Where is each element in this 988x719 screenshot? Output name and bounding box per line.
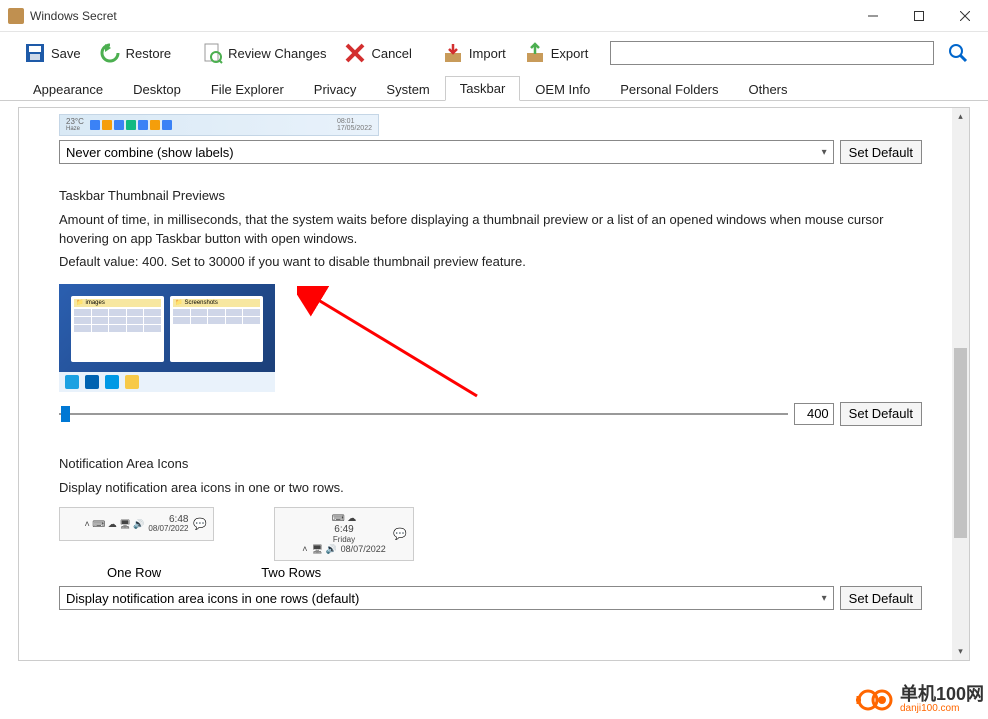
tb-mail-icon (105, 375, 119, 389)
search-input[interactable] (610, 41, 934, 65)
titlebar: Windows Secret (0, 0, 988, 32)
chat-icon: 💬 (193, 518, 207, 531)
taskbar-preview-strip: 23°C Haze 08:0117/05/2022 (59, 114, 379, 136)
preview-win2-title: Screenshots (184, 300, 217, 306)
watermark-logo-icon (856, 686, 894, 714)
two-row-label: Two Rows (261, 565, 321, 580)
maximize-button[interactable] (896, 0, 942, 32)
chevron-down-icon: ▾ (822, 593, 827, 604)
weather-temp: 23°C (66, 118, 84, 126)
save-button[interactable]: Save (18, 40, 87, 66)
tab-taskbar[interactable]: Taskbar (445, 76, 521, 101)
tab-system[interactable]: System (371, 77, 444, 101)
notification-set-default-button[interactable]: Set Default (840, 586, 922, 610)
thumbnail-desc-2: Default value: 400. Set to 30000 if you … (59, 253, 922, 272)
app-icon-6 (162, 120, 172, 130)
tab-appearance[interactable]: Appearance (18, 77, 118, 101)
section-title-thumbnails: Taskbar Thumbnail Previews (59, 188, 922, 203)
vertical-scrollbar[interactable]: ▴ ▾ (952, 108, 969, 660)
restore-label: Restore (126, 46, 172, 61)
strip-date: 17/05/2022 (337, 125, 372, 132)
strip-time: 08:01 (337, 118, 355, 125)
one-row-label: One Row (107, 565, 161, 580)
import-button[interactable]: Import (436, 40, 512, 66)
import-label: Import (469, 46, 506, 61)
combine-buttons-select[interactable]: Never combine (show labels) ▾ (59, 140, 834, 164)
chevron-down-icon: ▾ (822, 147, 827, 158)
watermark-url: danji100.com (900, 703, 984, 714)
scrollbar-thumb[interactable] (954, 348, 967, 538)
restore-icon (99, 42, 121, 64)
scroll-up-arrow[interactable]: ▴ (952, 108, 969, 125)
tb-edge-icon (65, 375, 79, 389)
two-row-example: ⌨ ☁ 6:49 Friday ˄🖥 🔊08/07/2022 💬 (274, 507, 414, 561)
tab-desktop[interactable]: Desktop (118, 77, 196, 101)
combine-set-default-button[interactable]: Set Default (840, 140, 922, 164)
thumbnail-delay-value[interactable]: 400 (794, 403, 834, 425)
two-row-date: 08/07/2022 (341, 544, 386, 555)
scroll-area: 23°C Haze 08:0117/05/2022 Never combine … (19, 108, 952, 660)
preview-win1-title: images (85, 300, 104, 306)
close-icon (960, 11, 970, 21)
watermark: 单机100网 danji100.com (856, 685, 984, 714)
notification-select-value: Display notification area icons in one r… (66, 591, 359, 606)
start-icon (90, 120, 100, 130)
save-label: Save (51, 46, 81, 61)
export-icon (524, 42, 546, 64)
app-icon-2 (114, 120, 124, 130)
save-icon (24, 42, 46, 64)
export-button[interactable]: Export (518, 40, 595, 66)
tab-others[interactable]: Others (734, 77, 803, 101)
notification-examples: ˄ ⌨ ☁ 🖥 🔊 6:48 08/07/2022 💬 ⌨ ☁ 6:49 Fri… (59, 507, 922, 561)
minimize-icon (868, 11, 878, 21)
weather-label: Haze (66, 126, 84, 132)
combine-select-value: Never combine (show labels) (66, 145, 234, 160)
slider-handle[interactable] (61, 406, 70, 422)
app-icon-1 (102, 120, 112, 130)
app-icon-3 (126, 120, 136, 130)
review-icon (201, 42, 223, 64)
minimize-button[interactable] (850, 0, 896, 32)
annotation-arrow (297, 286, 497, 406)
two-row-time: 6:49 (334, 524, 353, 535)
app-icon-4 (138, 120, 148, 130)
chat-icon-2: 💬 (393, 528, 407, 541)
export-label: Export (551, 46, 589, 61)
thumbnail-desc-1: Amount of time, in milliseconds, that th… (59, 211, 922, 249)
content-frame: 23°C Haze 08:0117/05/2022 Never combine … (18, 107, 970, 661)
watermark-name: 单机100网 (900, 685, 984, 703)
toolbar: Save Restore Review Changes Cancel Impor… (0, 32, 988, 74)
thumbnail-delay-slider[interactable] (59, 404, 788, 424)
import-icon (442, 42, 464, 64)
maximize-icon (914, 11, 924, 21)
thumbnail-set-default-button[interactable]: Set Default (840, 402, 922, 426)
tabs: Appearance Desktop File Explorer Privacy… (0, 74, 988, 101)
restore-button[interactable]: Restore (93, 40, 178, 66)
tab-privacy[interactable]: Privacy (299, 77, 372, 101)
tab-file-explorer[interactable]: File Explorer (196, 77, 299, 101)
thumbnail-preview-image: 📁 images 📁 Screenshots (59, 284, 275, 392)
tb-store-icon (85, 375, 99, 389)
window-title: Windows Secret (30, 9, 850, 23)
one-row-date: 08/07/2022 (148, 525, 188, 534)
cancel-icon (344, 42, 366, 64)
scroll-down-arrow[interactable]: ▾ (952, 643, 969, 660)
cancel-button[interactable]: Cancel (338, 40, 417, 66)
app-icon-5 (150, 120, 160, 130)
review-changes-button[interactable]: Review Changes (195, 40, 332, 66)
section-title-notification: Notification Area Icons (59, 456, 922, 471)
one-row-example: ˄ ⌨ ☁ 🖥 🔊 6:48 08/07/2022 💬 (59, 507, 214, 541)
tb-explorer-icon (125, 375, 139, 389)
cancel-label: Cancel (371, 46, 411, 61)
notification-rows-select[interactable]: Display notification area icons in one r… (59, 586, 834, 610)
tab-oem-info[interactable]: OEM Info (520, 77, 605, 101)
search-icon[interactable] (946, 41, 970, 65)
review-label: Review Changes (228, 46, 326, 61)
close-button[interactable] (942, 0, 988, 32)
notification-desc: Display notification area icons in one o… (59, 479, 922, 498)
tab-personal-folders[interactable]: Personal Folders (605, 77, 733, 101)
app-icon (8, 8, 24, 24)
